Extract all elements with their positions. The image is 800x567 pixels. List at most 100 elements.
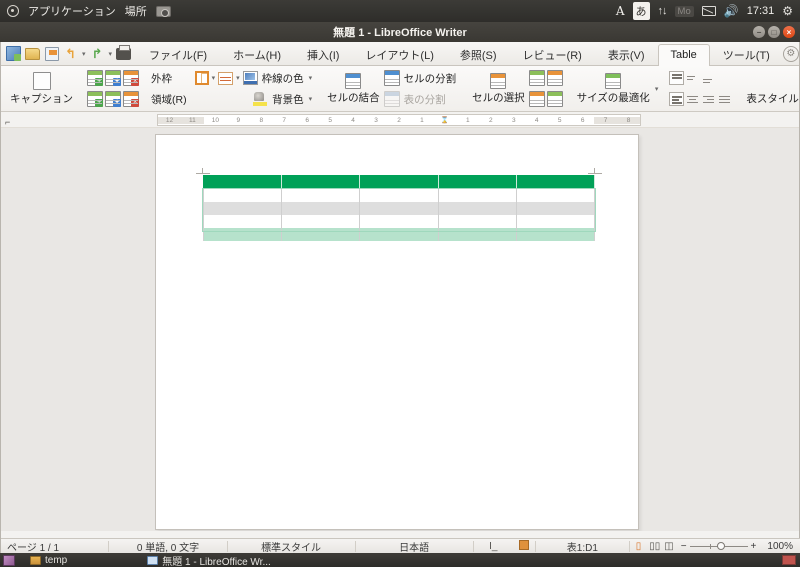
table-cell[interactable] [359, 189, 439, 202]
minimize-button[interactable]: − [753, 26, 765, 38]
table-cell[interactable] [202, 228, 283, 241]
background-color-dropdown-icon[interactable]: ▾ [308, 95, 314, 103]
zoom-slider[interactable]: − + [676, 541, 762, 552]
status-page-number[interactable]: ページ 1 / 1 [1, 539, 108, 554]
tab-tools[interactable]: ツール(T) [710, 42, 783, 68]
single-page-icon[interactable]: ▯ [630, 541, 648, 552]
insert-column-after-icon[interactable]: ✦ [105, 91, 121, 107]
table-cell[interactable] [515, 228, 596, 241]
tab-layout[interactable]: レイアウト(L) [352, 42, 446, 68]
table-column-marker[interactable] [588, 173, 602, 174]
insert-row-below-icon[interactable]: + [87, 91, 103, 107]
align-top-icon[interactable] [669, 71, 685, 85]
table-row[interactable] [202, 202, 596, 215]
border-color-label[interactable]: 枠線の色 [260, 68, 306, 88]
zoom-slider-knob[interactable] [716, 542, 725, 550]
select-table-icon[interactable] [546, 70, 563, 86]
table-cell[interactable] [437, 228, 517, 241]
table-cell[interactable] [281, 189, 361, 202]
background-color-icon[interactable] [253, 92, 268, 106]
table-cell[interactable] [202, 202, 283, 215]
taskbar-item-writer[interactable]: 無題 1 - LibreOffice Wr... [142, 554, 276, 567]
undo-arrow-icon[interactable]: ↰ [62, 45, 79, 62]
menu-applications[interactable]: アプリケーション [28, 3, 116, 19]
table-cell[interactable] [437, 215, 517, 228]
optimize-size-button[interactable]: サイズの最適化 [573, 68, 654, 109]
tab-stop-icon[interactable]: ⌐ [5, 113, 19, 127]
table-row[interactable] [202, 175, 596, 189]
ime-kana-indicator[interactable]: あ [632, 2, 650, 20]
multi-page-icon[interactable]: ▯▯ [647, 541, 662, 552]
book-view-icon[interactable]: ◫ [662, 541, 675, 552]
status-word-count[interactable]: 0 単語, 0 文字 [109, 539, 226, 554]
table-row[interactable] [202, 228, 596, 241]
taskbar-item-temp[interactable]: temp [25, 554, 72, 566]
table-cell[interactable] [281, 175, 361, 189]
area-button[interactable]: 領域(R) [149, 89, 189, 109]
split-cells-label[interactable]: セルの分割 [402, 68, 459, 88]
table-cell[interactable] [202, 215, 283, 228]
border-color-icon[interactable] [242, 71, 258, 85]
tab-insert[interactable]: 挿入(I) [294, 42, 352, 68]
notebookbar-gear-icon[interactable]: ⚙ [782, 45, 799, 62]
align-right-icon[interactable] [702, 93, 716, 106]
delete-column-icon[interactable]: × [123, 91, 139, 107]
table-cell[interactable] [515, 175, 596, 189]
selection-mode-icon[interactable] [513, 539, 535, 553]
table-cell[interactable] [359, 175, 439, 189]
tab-view[interactable]: 表示(V) [595, 42, 658, 68]
table-cell[interactable] [437, 175, 517, 189]
select-cells-button[interactable]: セルの選択 [468, 68, 529, 109]
close-button[interactable]: × [783, 26, 795, 38]
keyboard-layout-a-indicator[interactable]: A [616, 4, 625, 18]
table-cell[interactable] [515, 202, 596, 215]
table-column-marker[interactable] [196, 173, 210, 174]
table-cell[interactable] [281, 215, 361, 228]
table-cell[interactable] [515, 189, 596, 202]
insert-row-above-icon[interactable]: + [87, 70, 103, 86]
select-row-icon[interactable] [528, 91, 545, 107]
ime-mode-indicator[interactable]: Mo [674, 5, 694, 17]
status-zoom-level[interactable]: 100% [761, 541, 800, 552]
select-column-icon[interactable] [528, 70, 545, 86]
tab-review[interactable]: レビュー(R) [510, 42, 595, 68]
document-table[interactable] [202, 175, 596, 241]
align-middle-icon[interactable] [686, 72, 700, 85]
tab-file[interactable]: ファイル(F) [136, 42, 220, 68]
table-cell[interactable] [437, 202, 517, 215]
menu-places[interactable]: 場所 [125, 3, 147, 19]
show-desktop-icon[interactable] [3, 554, 15, 566]
gear-icon[interactable]: ⚙ [782, 4, 793, 18]
borders-dropdown-icon[interactable]: ▾ [211, 74, 217, 82]
printer-icon[interactable] [115, 44, 132, 62]
tab-table[interactable]: Table [657, 43, 710, 66]
new-doc-icon[interactable] [5, 45, 22, 62]
status-insert-mode[interactable]: I_ [474, 541, 513, 552]
table-cell[interactable] [281, 228, 361, 241]
table-cell[interactable] [202, 189, 283, 202]
border-color-dropdown-icon[interactable]: ▾ [308, 74, 314, 82]
table-cell[interactable] [202, 175, 283, 189]
maximize-button[interactable]: □ [768, 26, 780, 38]
align-justified-icon[interactable] [718, 93, 732, 106]
align-center-icon[interactable] [686, 93, 700, 106]
status-table-cell[interactable]: 表1:D1 [536, 539, 629, 554]
borders-icon[interactable] [194, 71, 209, 85]
align-bottom-icon[interactable] [702, 72, 716, 85]
redo-dropdown-icon[interactable]: ▾ [108, 50, 114, 58]
mail-icon[interactable] [701, 6, 716, 16]
redo-arrow-icon[interactable]: ↱ [89, 45, 106, 62]
horizontal-ruler[interactable]: 12 11 10 9 8 7 6 5 4 3 2 1 ⌛ 1 2 3 4 5 6… [157, 114, 641, 126]
clock[interactable]: 17:31 [747, 5, 775, 17]
table-cell[interactable] [359, 215, 439, 228]
delete-row-icon[interactable]: × [123, 70, 139, 86]
background-color-label[interactable]: 背景色 [270, 89, 306, 109]
optimize-size-dropdown-icon[interactable]: ▾ [654, 85, 660, 93]
volume-icon[interactable]: 🔊 [724, 4, 739, 18]
camera-icon[interactable] [155, 5, 171, 17]
split-cells-icon[interactable] [383, 70, 400, 86]
zoom-out-button[interactable]: − [681, 541, 687, 552]
table-row[interactable] [202, 215, 596, 228]
merge-cells-button[interactable]: セルの結合 [323, 68, 384, 109]
autoformat-styles-button[interactable]: 表スタイルのオートフォーマット [742, 68, 799, 109]
